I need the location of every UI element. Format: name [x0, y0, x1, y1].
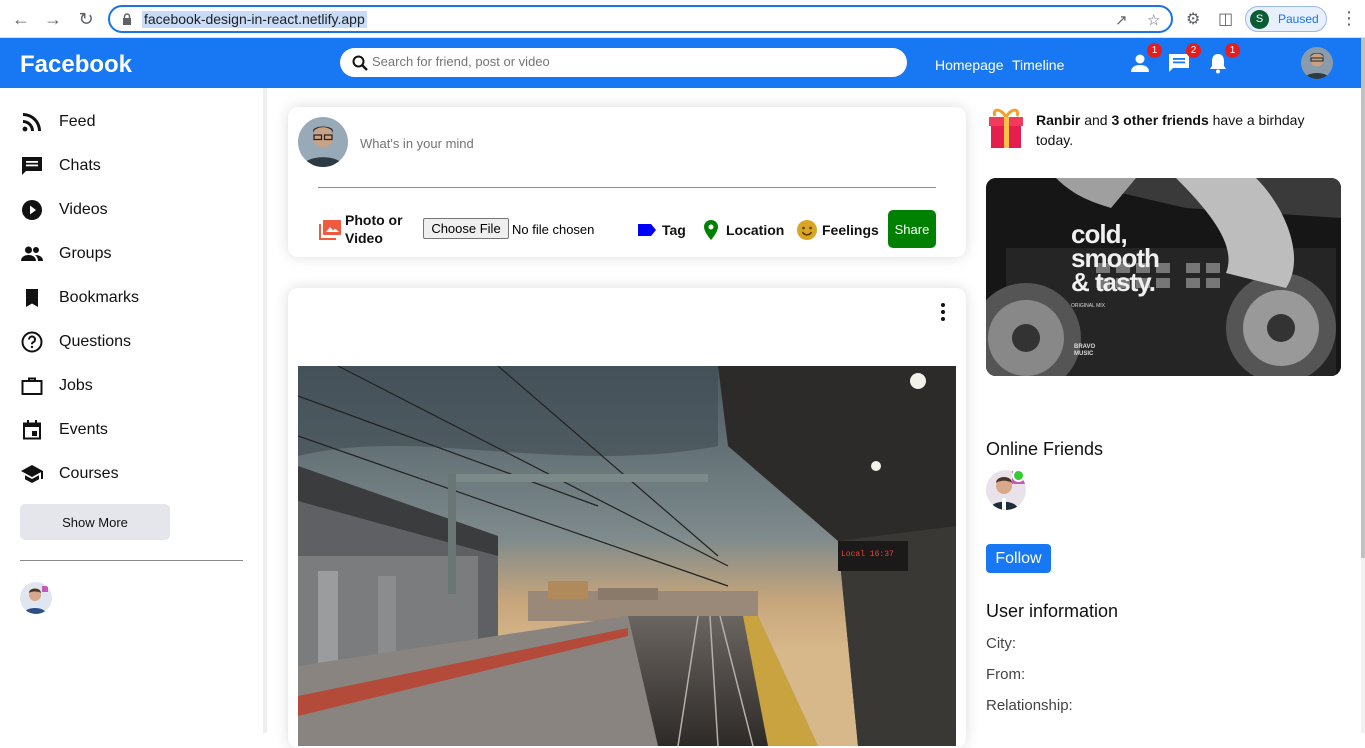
notifications-button[interactable]: 1	[1206, 43, 1240, 75]
sidebar-item-label: Chats	[59, 157, 101, 174]
profile-button[interactable]: S Paused	[1245, 6, 1327, 32]
extensions-icon[interactable]: ⚙	[1186, 9, 1200, 29]
info-relationship: Relationship:	[986, 697, 1073, 714]
birthday-name: Ranbir	[1036, 112, 1081, 128]
timeline-link[interactable]: Timeline	[1012, 57, 1064, 73]
online-status-dot	[1012, 469, 1025, 482]
messages-badge: 2	[1186, 43, 1201, 58]
choose-file-button[interactable]: Choose File	[423, 218, 509, 239]
address-bar[interactable]: facebook-design-in-react.netlify.app ↗ ☆	[108, 5, 1173, 33]
post-image: Local 16:37	[298, 366, 956, 746]
reload-icon[interactable]: ↻	[75, 8, 97, 30]
bookmark-icon	[26, 289, 38, 307]
sidebar-item-label: Courses	[59, 465, 119, 482]
ad-brand: BRAVO MUSIC	[1074, 344, 1096, 357]
notifications-badge: 1	[1225, 43, 1240, 58]
tag-label: Tag	[662, 222, 686, 238]
friend-avatar[interactable]	[20, 582, 52, 614]
play-circle-icon	[22, 200, 42, 220]
more-vert-icon[interactable]	[938, 302, 948, 322]
calendar-icon	[23, 420, 41, 440]
search-bar[interactable]	[340, 48, 907, 77]
birthday-others: 3 other friends	[1111, 112, 1209, 128]
status-input[interactable]	[360, 136, 760, 151]
back-arrow-icon[interactable]: ←	[10, 8, 32, 30]
location-option[interactable]: Location	[701, 219, 784, 241]
photo-library-icon	[319, 220, 341, 240]
follow-button[interactable]: Follow	[986, 544, 1051, 573]
file-status: No file chosen	[512, 222, 595, 237]
share-page-icon[interactable]: ↗	[1115, 13, 1131, 29]
birthday-mid: and	[1080, 112, 1112, 128]
sidebar-item-label: Questions	[59, 333, 132, 350]
svg-text:Local 16:37: Local 16:37	[841, 550, 894, 559]
messages-button[interactable]: 2	[1167, 43, 1201, 75]
school-icon	[21, 465, 43, 483]
info-from: From:	[986, 666, 1026, 683]
sidebar-item-label: Groups	[59, 245, 112, 262]
location-label: Location	[726, 222, 785, 238]
sidebar-item-label: Events	[59, 421, 108, 438]
help-circle-icon	[21, 331, 43, 353]
share-button[interactable]: Share	[888, 210, 936, 248]
online-friends-title: Online Friends	[986, 439, 1104, 459]
sidebar-item-label: Jobs	[59, 377, 93, 394]
photo-video-label[interactable]: Photo or Video	[345, 211, 415, 247]
location-pin-icon	[704, 220, 718, 240]
ad-line-3: & tasty.	[1071, 267, 1156, 297]
sidebar-item-label: Videos	[59, 201, 108, 218]
profile-avatar[interactable]	[1301, 47, 1333, 79]
advertisement-image[interactable]: cold, smooth & tasty. ORIGINAL MIX BRAVO…	[986, 178, 1341, 376]
user-avatar[interactable]	[298, 117, 348, 167]
group-icon	[21, 246, 43, 261]
sidebar-divider	[20, 560, 243, 561]
browser-menu-icon[interactable]: ⋮	[1340, 8, 1358, 29]
top-navbar: Facebook Homepage Timeline 1 2 1	[0, 38, 1361, 88]
url-text: facebook-design-in-react.netlify.app	[142, 11, 367, 28]
show-more-button[interactable]: Show More	[20, 504, 170, 540]
info-city: City:	[986, 635, 1016, 652]
sidebar-item-label: Feed	[59, 113, 96, 130]
briefcase-icon	[21, 377, 43, 395]
search-input[interactable]	[372, 54, 872, 69]
homepage-link[interactable]: Homepage	[935, 57, 1004, 73]
search-icon	[352, 55, 368, 71]
star-icon[interactable]: ☆	[1147, 13, 1163, 29]
share-divider	[318, 187, 936, 188]
feelings-label: Feelings	[822, 222, 879, 238]
smiley-icon	[797, 220, 817, 240]
sidebar-edge	[263, 88, 267, 733]
user-info-title: User information	[986, 601, 1119, 621]
lock-icon	[123, 13, 131, 25]
left-sidebar: Feed Chats Videos Groups Bookmarks Quest…	[0, 88, 263, 733]
profile-avatar: S	[1250, 10, 1269, 29]
profile-status: Paused	[1278, 12, 1319, 26]
ad-caption: ORIGINAL MIX	[1071, 303, 1105, 309]
post-card: Local 16:37	[288, 288, 966, 748]
feelings-option[interactable]: Feelings	[796, 219, 879, 241]
gift-icon	[989, 108, 1023, 148]
forward-arrow-icon[interactable]: →	[42, 8, 64, 30]
rss-feed-icon	[22, 113, 41, 132]
label-icon	[638, 224, 656, 236]
sidebar-item-label: Bookmarks	[59, 289, 140, 306]
reading-list-icon[interactable]: ◫	[1218, 9, 1233, 29]
browser-toolbar: ← → ↻ facebook-design-in-react.netlify.a…	[0, 0, 1365, 38]
birthday-notice: Ranbir and 3 other friends have a birhda…	[1036, 110, 1336, 150]
friend-requests-button[interactable]: 1	[1128, 43, 1162, 75]
logo[interactable]: Facebook	[20, 51, 132, 79]
share-card: Photo or Video Choose File No file chose…	[288, 107, 966, 257]
chat-icon	[22, 157, 42, 175]
friends-badge: 1	[1147, 43, 1162, 58]
tag-option[interactable]: Tag	[636, 219, 686, 241]
scrollbar-thumb[interactable]	[1361, 38, 1365, 558]
